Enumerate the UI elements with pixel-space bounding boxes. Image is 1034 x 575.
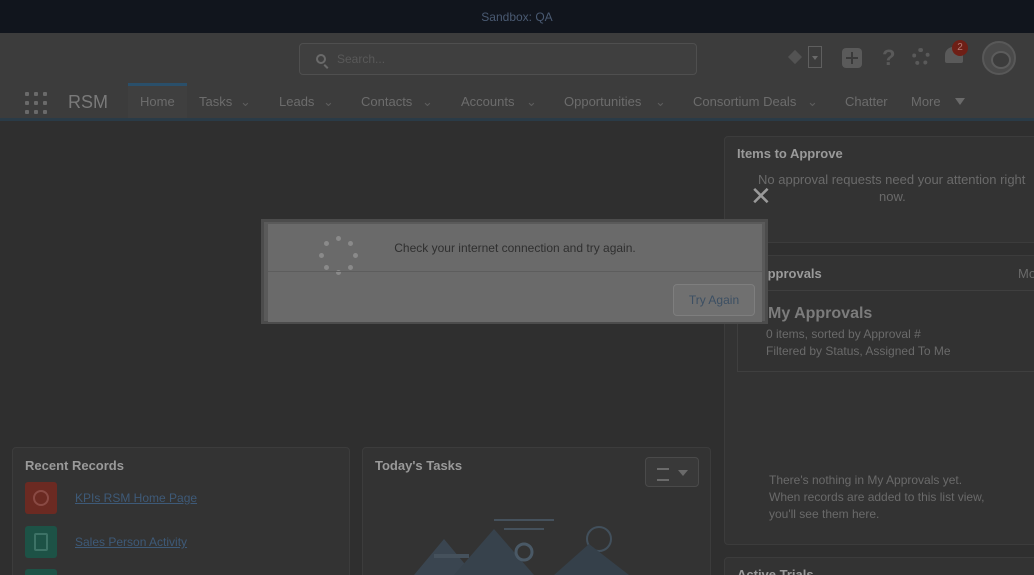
favorites-dropdown-icon[interactable] bbox=[808, 46, 822, 68]
my-approvals-empty-line1: There's nothing in My Approvals yet. bbox=[769, 473, 963, 487]
notification-count-badge: 2 bbox=[952, 40, 968, 56]
items-to-approve-empty-line1: No approval requests need your attention… bbox=[758, 172, 1026, 187]
report-icon bbox=[25, 569, 57, 575]
my-approvals-filter-info: Filtered by Status, Assigned To Me bbox=[766, 344, 951, 358]
tab-home[interactable]: Home bbox=[128, 83, 187, 118]
connection-error-message: Check your internet connection and try a… bbox=[394, 241, 636, 255]
sandbox-banner: Sandbox: QA bbox=[0, 0, 1034, 33]
recent-record-link[interactable]: Sales Person Activity bbox=[75, 535, 187, 549]
my-approvals-more-link[interactable]: Mo bbox=[1018, 266, 1034, 281]
tab-tasks[interactable]: Tasks bbox=[199, 83, 232, 118]
global-header: Search... ? 2 bbox=[0, 33, 1034, 83]
todays-tasks-title: Today's Tasks bbox=[375, 458, 463, 473]
tab-chatter[interactable]: Chatter bbox=[845, 83, 888, 118]
app-launcher-waffle-icon[interactable] bbox=[25, 92, 47, 114]
tab-consortium-deals[interactable]: Consortium Deals bbox=[693, 83, 796, 118]
empty-tasks-illustration bbox=[414, 519, 629, 575]
recent-record-link[interactable]: KPIs RSM Home Page bbox=[75, 491, 197, 505]
items-to-approve-title: Items to Approve bbox=[737, 146, 843, 161]
report-icon bbox=[25, 526, 57, 558]
leads-chevron-down-icon[interactable]: ⌄ bbox=[323, 83, 334, 121]
search-placeholder: Search... bbox=[337, 52, 386, 66]
dialog-body: Check your internet connection and try a… bbox=[268, 224, 762, 322]
dialog-divider bbox=[268, 271, 762, 272]
tasks-chevron-down-icon[interactable]: ⌄ bbox=[240, 83, 251, 121]
app-navigation-bar: RSM Home Tasks ⌄ Leads ⌄ Contacts ⌄ Acco… bbox=[0, 83, 1034, 121]
app-name: RSM bbox=[68, 92, 108, 112]
task-filter-dropdown-button[interactable] bbox=[645, 457, 699, 487]
search-icon bbox=[316, 54, 326, 64]
bottom-card-title: Active Trials bbox=[737, 567, 814, 575]
help-icon[interactable]: ? bbox=[882, 45, 895, 71]
tab-opportunities[interactable]: Opportunities bbox=[564, 83, 641, 118]
accounts-chevron-down-icon[interactable]: ⌄ bbox=[526, 83, 537, 121]
setup-gear-icon[interactable] bbox=[912, 48, 930, 66]
connection-error-dialog: Check your internet connection and try a… bbox=[261, 219, 768, 324]
dashboard-icon bbox=[25, 482, 57, 514]
tab-accounts[interactable]: Accounts bbox=[461, 83, 514, 118]
more-dropdown-icon[interactable] bbox=[955, 98, 965, 105]
tab-leads[interactable]: Leads bbox=[279, 83, 314, 118]
user-avatar[interactable] bbox=[982, 41, 1016, 75]
global-actions-plus-icon[interactable] bbox=[842, 48, 862, 68]
tab-contacts[interactable]: Contacts bbox=[361, 83, 412, 118]
favorites-star-icon[interactable] bbox=[787, 49, 803, 65]
items-to-approve-empty-line2: now. bbox=[879, 189, 906, 204]
recent-records-title: Recent Records bbox=[25, 458, 124, 473]
try-again-button[interactable]: Try Again bbox=[673, 284, 755, 316]
consortium-deals-chevron-down-icon[interactable]: ⌄ bbox=[807, 83, 818, 121]
close-icon[interactable]: ✕ bbox=[750, 183, 772, 209]
opportunities-chevron-down-icon[interactable]: ⌄ bbox=[655, 83, 666, 121]
my-approvals-sort-info: 0 items, sorted by Approval # bbox=[766, 327, 921, 341]
my-approvals-empty-line2: When records are added to this list view… bbox=[769, 490, 985, 504]
global-search-input[interactable]: Search... bbox=[299, 43, 697, 75]
contacts-chevron-down-icon[interactable]: ⌄ bbox=[422, 83, 433, 121]
my-approvals-empty-line3: you'll see them here. bbox=[769, 507, 880, 521]
my-approvals-list-title[interactable]: My Approvals bbox=[768, 305, 872, 323]
tab-more[interactable]: More bbox=[911, 83, 941, 118]
